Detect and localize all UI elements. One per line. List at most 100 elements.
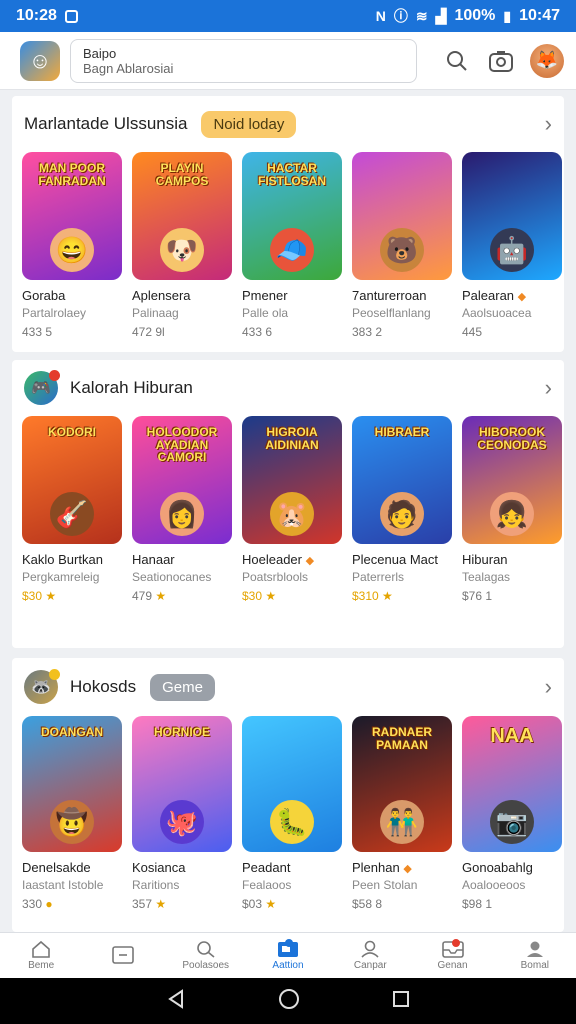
app-developer: Paterrerls (352, 570, 405, 584)
app-thumbnail[interactable]: 🐻 (352, 152, 452, 280)
chevron-right-icon[interactable]: › (545, 375, 552, 401)
nav-item-profile[interactable]: Bomal (494, 933, 576, 978)
section-badge[interactable]: Geme (150, 673, 215, 701)
app-card[interactable]: HIBOROOK CEONODAS 👧 Hiburan Tealagas $76… (462, 416, 563, 603)
app-developer: Aaolsuoacea (462, 306, 532, 320)
app-card[interactable]: PLAYIN CAMPOS 🐶 Aplensera Palinaag 472 9… (132, 152, 233, 339)
app-name: Palearan ◆ (462, 288, 527, 303)
app-thumbnail[interactable]: 🐛 (242, 716, 342, 852)
app-developer: Iaastant Istoble (22, 878, 104, 892)
app-card[interactable]: HACTAR FISTLOSAN 🧢 Pmener Palle ola 433 … (242, 152, 343, 339)
chevron-right-icon[interactable]: › (545, 674, 552, 700)
home-button-icon[interactable] (278, 988, 300, 1015)
app-rating: $30 ★ (242, 589, 277, 603)
nav-item-home[interactable]: Beme (0, 933, 82, 978)
thumbnail-title: HOLOODOR AYADIAN CAMORI (146, 425, 218, 465)
search-field[interactable]: Baipo Bagn Ablarosiai (70, 38, 417, 83)
star-icon: ★ (265, 897, 277, 911)
thumbnail-title: HIGROIA AIDINIAN (265, 425, 319, 452)
nav-label: Aattion (272, 960, 304, 971)
app-developer: Fealaoos (242, 878, 292, 892)
character-icon: 😄 (50, 228, 94, 272)
app-card[interactable]: KODORI 🎸 Kaklo Burtkan Pergkamreleig $30… (22, 416, 123, 603)
app-logo[interactable]: ☺ (20, 40, 60, 81)
nfc-icon: N (375, 8, 386, 24)
app-thumbnail[interactable]: HIGROIA AIDINIAN 🐹 (242, 416, 342, 544)
app-name: Hanaar (132, 552, 175, 567)
thumbnail-title: NAA (490, 725, 534, 747)
app-developer: Seationocanes (132, 570, 212, 584)
app-name: 7anturerroan (352, 288, 427, 303)
camera-icon[interactable] (486, 46, 516, 76)
search-subtitle: Bagn Ablarosiai (83, 60, 174, 76)
section-badge[interactable]: Noid loday (201, 110, 297, 138)
nav-item-inbox[interactable]: Genan (411, 933, 493, 978)
app-thumbnail[interactable]: 🤖 (462, 152, 562, 280)
app-card[interactable]: NAA 📷 Gonoabahlg Aoalooeoos $98 1 (462, 716, 563, 911)
character-icon: 🧢 (270, 228, 314, 272)
star-icon: ★ (155, 589, 167, 603)
verified-icon: ◆ (403, 863, 412, 875)
verified-icon: ◆ (305, 555, 315, 567)
character-icon: 🐛 (270, 800, 314, 844)
app-developer: Palinaag (132, 306, 179, 320)
nav-item-search[interactable]: Poolasoes (165, 933, 247, 978)
status-bar: 10:28 N ⓘ ≋ ▟ 100% ▮ 10:47 (0, 0, 576, 32)
app-thumbnail[interactable]: HIBRAER 🧑 (352, 416, 452, 544)
app-card[interactable]: HORNIOE 🐙 Kosianca Raritions 357 ★ (132, 716, 233, 911)
app-thumbnail[interactable]: HOLOODOR AYADIAN CAMORI 👩 (132, 416, 232, 544)
nav-item-people[interactable]: Canpar (329, 933, 411, 978)
app-developer: Pergkamreleig (22, 570, 100, 584)
app-card[interactable]: 🤖 Palearan ◆ Aaolsuoacea 445 (462, 152, 563, 339)
nav-item-apps[interactable] (82, 933, 164, 978)
app-thumbnail[interactable]: NAA 📷 (462, 716, 562, 852)
app-name: Plecenua Mact (352, 552, 438, 567)
character-icon: 👧 (490, 492, 534, 536)
thumbnail-title: MAN POOR FANRADAN (38, 161, 106, 188)
app-card[interactable]: HOLOODOR AYADIAN CAMORI 👩 Hanaar Seation… (132, 416, 233, 603)
nav-label: Genan (437, 960, 468, 971)
app-thumbnail[interactable]: HORNIOE 🐙 (132, 716, 232, 852)
app-thumbnail[interactable]: HACTAR FISTLOSAN 🧢 (242, 152, 342, 280)
app-card[interactable]: RADNAER PAMAAN 👬 Plenhan ◆ Peen Stolan $… (352, 716, 453, 911)
apps-icon (112, 945, 135, 964)
app-card[interactable]: 🐻 7anturerroan Peoselflanlang 383 2 (352, 152, 453, 339)
app-thumbnail[interactable]: KODORI 🎸 (22, 416, 122, 544)
character-icon: 🧑 (380, 492, 424, 536)
app-card[interactable]: MAN POOR FANRADAN 😄 Goraba Partalrolaey … (22, 152, 123, 339)
avatar[interactable]: 🦊 (530, 43, 564, 78)
app-thumbnail[interactable]: DOANGAN 🤠 (22, 716, 122, 852)
app-rating: 383 2 (352, 325, 383, 339)
chevron-right-icon[interactable]: › (545, 111, 552, 137)
search-icon[interactable] (442, 46, 472, 76)
app-thumbnail[interactable]: HIBOROOK CEONODAS 👧 (462, 416, 562, 544)
nav-label: Poolasoes (182, 960, 230, 971)
recents-icon[interactable] (392, 990, 410, 1013)
section-title: Marlantade Ulssunsia (24, 114, 188, 133)
app-rating: 445 (462, 325, 483, 339)
thumbnail-title: DOANGAN (41, 725, 103, 739)
app-card[interactable]: HIBRAER 🧑 Plecenua Mact Paterrerls $310 … (352, 416, 453, 603)
character-icon: 👩 (160, 492, 204, 536)
app-rating: $76 1 (462, 589, 493, 603)
app-thumbnail[interactable]: MAN POOR FANRADAN 😄 (22, 152, 122, 280)
app-developer: Peen Stolan (352, 878, 418, 892)
app-thumbnail[interactable]: PLAYIN CAMPOS 🐶 (132, 152, 232, 280)
thumbnail-title: PLAYIN CAMPOS (155, 161, 209, 188)
section-featured: Marlantade Ulssunsia Noid loday › MAN PO… (12, 96, 564, 352)
app-name: Peadant (242, 860, 291, 875)
app-name: Goraba (22, 288, 66, 303)
notification-icon (64, 9, 78, 23)
guitar-icon: 🎸 (50, 492, 94, 536)
back-icon[interactable] (166, 988, 186, 1014)
app-card[interactable]: HIGROIA AIDINIAN 🐹 Hoeleader ◆ Poatsrblo… (242, 416, 343, 603)
app-rating: 479 ★ (132, 589, 167, 603)
thumbnail-title: KODORI (48, 425, 96, 439)
app-card[interactable]: 🐛 Peadant Fealaoos $03 ★ (242, 716, 343, 911)
app-thumbnail[interactable]: RADNAER PAMAAN 👬 (352, 716, 452, 852)
character-icon: 🐹 (270, 492, 314, 536)
thumbnail-title: HACTAR FISTLOSAN (258, 161, 326, 188)
nav-item-active[interactable]: Aattion (247, 933, 329, 978)
app-card[interactable]: DOANGAN 🤠 Denelsakde Iaastant Istoble 33… (22, 716, 123, 911)
app-rating: 472 9l (132, 325, 165, 339)
